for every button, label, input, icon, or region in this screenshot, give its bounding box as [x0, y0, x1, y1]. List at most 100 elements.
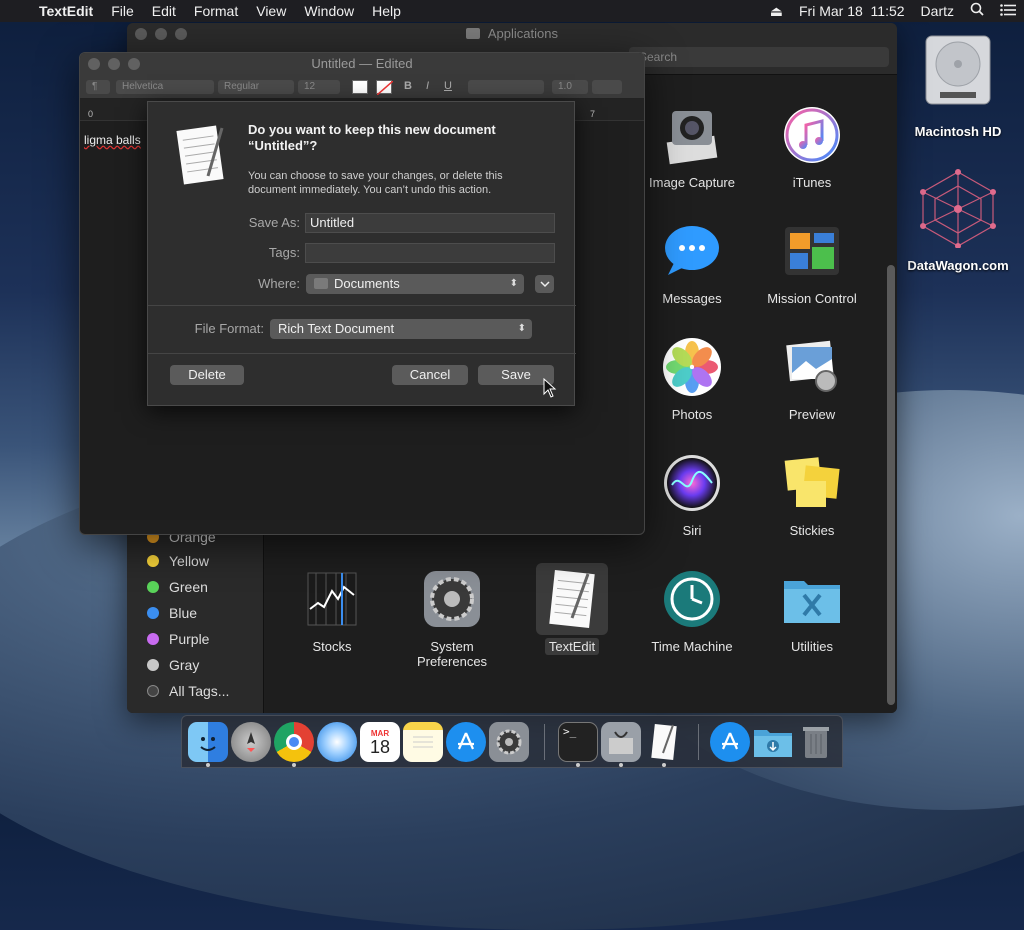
menu-help[interactable]: Help: [363, 0, 410, 22]
menu-format[interactable]: Format: [185, 0, 247, 22]
font-style-popup[interactable]: Regular: [218, 80, 294, 94]
minimize-button-icon[interactable]: [108, 58, 120, 70]
underline-button[interactable]: U: [444, 80, 458, 94]
menu-window[interactable]: Window: [295, 0, 363, 22]
vertical-scrollbar[interactable]: [887, 265, 895, 705]
where-popup[interactable]: Documents ⬍: [306, 274, 524, 294]
dock-trash-icon[interactable]: [796, 722, 836, 762]
dock-disk-utility-icon[interactable]: [601, 722, 641, 762]
desktop-icon-macintosh-hd[interactable]: Macintosh HD: [908, 30, 1008, 139]
highlight-color-well[interactable]: [376, 80, 393, 95]
textedit-titlebar[interactable]: Untitled — Edited: [80, 53, 644, 75]
divider: [148, 353, 576, 354]
list-style-popup[interactable]: [592, 80, 622, 94]
app-siri[interactable]: Siri: [637, 451, 747, 538]
app-preview[interactable]: Preview: [757, 335, 867, 422]
menu-view[interactable]: View: [247, 0, 295, 22]
stickies-icon: [780, 451, 844, 515]
desktop-icon-label: DataWagon.com: [907, 258, 1009, 273]
speech-bubble-icon: [660, 219, 724, 283]
tag-green[interactable]: Green: [147, 579, 208, 595]
file-format-popup[interactable]: Rich Text Document ⬍: [270, 319, 532, 339]
menu-bar: TextEdit File Edit Format View Window He…: [0, 0, 1024, 22]
app-stocks[interactable]: Stocks: [277, 567, 387, 654]
photos-flower-icon: [660, 335, 724, 399]
menu-app-name[interactable]: TextEdit: [30, 0, 102, 22]
stocks-chart-icon: [300, 567, 364, 631]
close-button-icon[interactable]: [88, 58, 100, 70]
popup-arrows-icon: ⬍: [509, 278, 518, 289]
menu-clock[interactable]: Fri Mar 18 11:52: [791, 0, 913, 22]
bold-button[interactable]: B: [404, 80, 418, 94]
app-stickies[interactable]: Stickies: [757, 451, 867, 538]
preview-icon: [780, 335, 844, 399]
menu-file[interactable]: File: [102, 0, 143, 22]
dock-launchpad-icon[interactable]: [231, 722, 271, 762]
line-spacing-popup[interactable]: 1.0: [552, 80, 588, 94]
tags-field[interactable]: [305, 243, 555, 263]
dock-finder-icon[interactable]: [188, 722, 228, 762]
app-textedit[interactable]: TextEdit: [517, 563, 627, 655]
finder-search-field[interactable]: Search: [629, 47, 889, 67]
dock-app-store-downloads-icon[interactable]: [710, 722, 750, 762]
dock-terminal-icon[interactable]: >_: [558, 722, 598, 762]
dock: MAR 18 >_: [181, 715, 843, 768]
app-system-preferences[interactable]: System Preferences: [397, 567, 507, 669]
mouse-pointer-icon: [543, 377, 557, 403]
alignment-buttons[interactable]: [468, 80, 544, 94]
tag-color-dot: [147, 607, 159, 619]
dialog-message: You can choose to save your changes, or …: [248, 170, 503, 196]
cancel-button[interactable]: Cancel: [392, 365, 468, 385]
dock-separator: [544, 724, 545, 760]
notification-center-icon[interactable]: [992, 0, 1024, 22]
app-messages[interactable]: Messages: [637, 219, 747, 306]
dock-downloads-folder-icon[interactable]: [753, 722, 793, 762]
menu-edit[interactable]: Edit: [143, 0, 185, 22]
delete-button[interactable]: Delete: [170, 365, 244, 385]
folder-icon: [465, 28, 480, 39]
eject-icon[interactable]: ⏏: [762, 0, 791, 22]
file-format-label: File Format:: [194, 321, 264, 336]
dock-safari-icon[interactable]: [317, 722, 357, 762]
chevron-down-icon: [539, 281, 550, 288]
minimize-button-icon[interactable]: [155, 28, 167, 40]
menu-user[interactable]: Dartz: [913, 0, 962, 22]
finder-titlebar[interactable]: Applications: [127, 23, 897, 45]
zoom-button-icon[interactable]: [128, 58, 140, 70]
tag-yellow[interactable]: Yellow: [147, 553, 209, 569]
app-time-machine[interactable]: Time Machine: [637, 567, 747, 654]
spotlight-search-icon[interactable]: [962, 0, 992, 22]
dock-notes-icon[interactable]: [403, 722, 443, 762]
zoom-button-icon[interactable]: [175, 28, 187, 40]
italic-button[interactable]: I: [426, 80, 440, 94]
tag-gray[interactable]: Gray: [147, 657, 199, 673]
desktop-icon-datawagon[interactable]: DataWagon.com: [898, 168, 1018, 273]
close-button-icon[interactable]: [135, 28, 147, 40]
text-color-well[interactable]: [352, 80, 368, 94]
tag-color-dot: [147, 581, 159, 593]
ruler-mark-7: 7: [590, 109, 596, 119]
dock-textedit-icon[interactable]: [644, 722, 684, 762]
expand-dialog-button[interactable]: [535, 275, 554, 293]
paragraph-style-popup[interactable]: ¶: [86, 80, 110, 94]
dock-chrome-icon[interactable]: [274, 722, 314, 762]
siri-icon: [660, 451, 724, 515]
app-image-capture[interactable]: Image Capture: [637, 103, 747, 190]
format-bar: ¶ Helvetica Regular 12 B I U 1.0: [80, 75, 644, 99]
dock-system-preferences-icon[interactable]: [489, 722, 529, 762]
dock-app-store-icon[interactable]: [446, 722, 486, 762]
dock-calendar-icon[interactable]: MAR 18: [360, 722, 400, 762]
tag-all-tags[interactable]: All Tags...: [147, 683, 229, 699]
app-mission-control[interactable]: Mission Control: [757, 219, 867, 306]
camera-icon: [660, 103, 724, 167]
running-indicator: [206, 763, 210, 767]
font-family-popup[interactable]: Helvetica: [116, 80, 214, 94]
app-itunes[interactable]: iTunes: [757, 103, 867, 190]
tag-blue[interactable]: Blue: [147, 605, 197, 621]
save-as-field[interactable]: Untitled: [305, 213, 555, 233]
tag-purple[interactable]: Purple: [147, 631, 209, 647]
font-size-popup[interactable]: 12: [298, 80, 340, 94]
app-photos[interactable]: Photos: [637, 335, 747, 422]
app-utilities[interactable]: Utilities: [757, 567, 867, 654]
textedit-document-icon: [536, 563, 608, 635]
